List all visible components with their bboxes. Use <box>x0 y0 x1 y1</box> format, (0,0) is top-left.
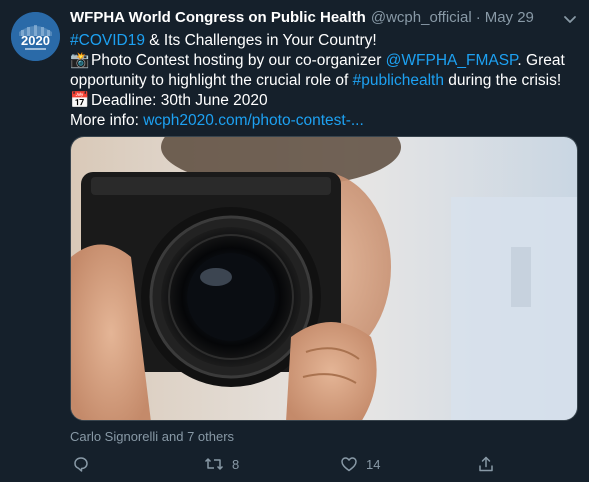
calendar-icon: 📅 <box>70 92 90 109</box>
share-icon <box>479 456 493 472</box>
tweet-text: #COVID19 & Its Challenges in Your Countr… <box>70 31 579 131</box>
avatar-year: 2020 <box>21 33 50 48</box>
tweet-text-5: More info: <box>70 112 144 129</box>
camera-flash-icon: 📸 <box>70 52 90 69</box>
retweet-icon <box>204 458 224 470</box>
heart-icon <box>341 457 357 472</box>
author-handle[interactable]: @wcph_official <box>371 8 472 28</box>
hashtag-publichealth[interactable]: #publichealth <box>353 72 444 89</box>
like-button[interactable]: 14 <box>340 455 380 473</box>
chevron-down-icon[interactable] <box>561 10 579 28</box>
retweet-button[interactable]: 8 <box>204 455 239 473</box>
tweet-photo[interactable] <box>70 136 578 421</box>
mention-wfpha-fmasp[interactable]: @WFPHA_FMASP <box>386 52 518 69</box>
avatar[interactable]: 2020 <box>11 12 60 61</box>
retweet-count: 8 <box>232 456 240 472</box>
photographer-with-camera-image <box>71 137 577 420</box>
share-button[interactable] <box>477 455 495 473</box>
tweet-line-2: 📸 Photo Contest hosting by our co-organiz… <box>70 51 579 71</box>
author-name[interactable]: WFPHA World Congress on Public Health <box>70 8 366 28</box>
liked-by-text[interactable]: Carlo Signorelli and 7 others <box>70 429 234 444</box>
contest-link[interactable]: wcph2020.com/photo-contest-... <box>143 112 364 129</box>
tweet-text-3-tail: during the crisis! <box>443 72 562 89</box>
tweet-line-4: 📅 Deadline: 30th June 2020 <box>70 91 579 111</box>
tweet-text-2: Photo Contest hosting by our co-organize… <box>91 52 386 69</box>
hashtag-covid19[interactable]: #COVID19 <box>70 32 145 49</box>
tweet-header: WFPHA World Congress on Public Health @w… <box>70 8 579 30</box>
like-count: 14 <box>366 456 381 472</box>
tweet-line-5: More info: wcph2020.com/photo-contest-..… <box>70 111 579 131</box>
tweet-date[interactable]: May 29 <box>485 8 534 28</box>
tweet-content: WFPHA World Congress on Public Health @w… <box>70 8 579 131</box>
reply-icon <box>74 457 88 472</box>
tweet-text-2-tail: . Great <box>517 52 565 69</box>
tweet-line-3: opportunity to highlight the crucial rol… <box>70 71 579 91</box>
tweet-text-1: & Its Challenges in Your Country! <box>144 32 377 49</box>
tweet-line-1: #COVID19 & Its Challenges in Your Countr… <box>70 31 579 51</box>
reply-button[interactable] <box>72 455 90 473</box>
tweet-text-3: opportunity to highlight the crucial rol… <box>70 72 353 89</box>
tweet-actions: 8 14 <box>70 455 500 477</box>
tweet-card[interactable]: 2020 WFPHA World Congress on Public Heal… <box>0 0 589 482</box>
tweet-text-4: Deadline: 30th June 2020 <box>91 92 268 109</box>
congress-logo-icon: 2020 <box>11 12 60 61</box>
separator-dot: · <box>475 9 481 26</box>
